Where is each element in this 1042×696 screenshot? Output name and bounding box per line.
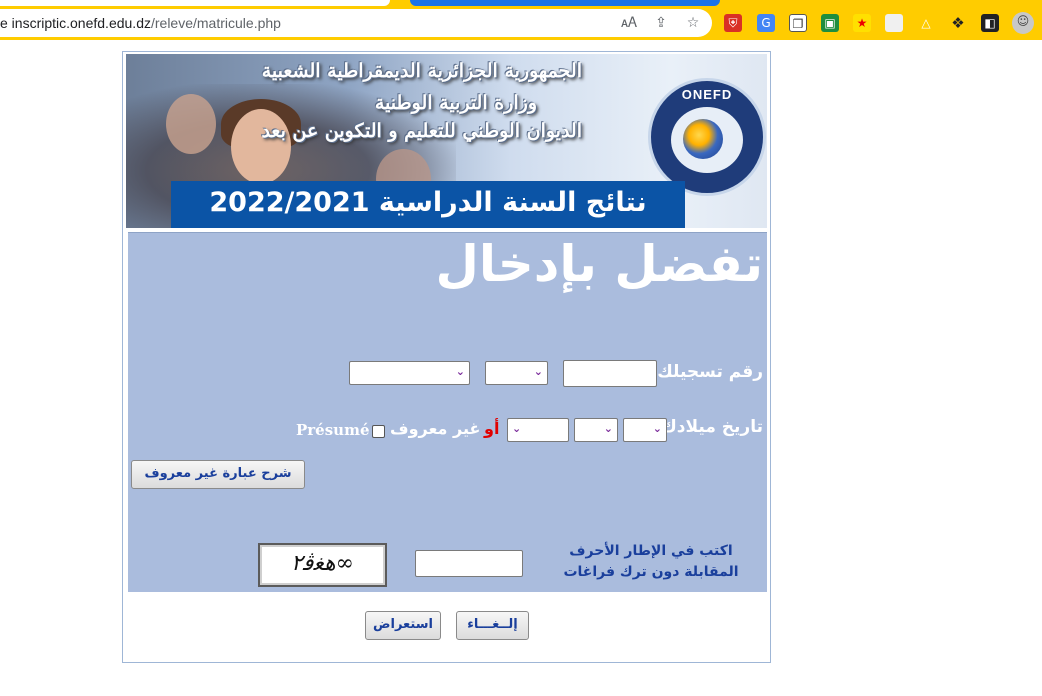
white-square-icon[interactable] xyxy=(885,14,903,32)
profile-icon[interactable]: ☺ xyxy=(1012,12,1034,34)
matricule-code-select[interactable]: ⌄ xyxy=(349,361,470,385)
presume-label: Présumé xyxy=(296,421,370,439)
url-text[interactable]: e inscriptic.onefd.edu.dz/releve/matricu… xyxy=(0,15,281,31)
extension-icon[interactable]: ▣ xyxy=(821,14,839,32)
birth-day-select[interactable]: ⌄ xyxy=(623,418,667,442)
url-path: /releve/matricule.php xyxy=(150,15,281,31)
republic-title: الجمهورية الجزائرية الديمقراطية الشعبية xyxy=(261,60,582,82)
onefd-logo: ONEFD xyxy=(648,78,766,196)
chevron-down-icon: ⌄ xyxy=(603,422,613,435)
year-title-bar: نتائج السنة الدراسية 2022/2021 xyxy=(171,181,685,228)
header-banner: الجمهورية الجزائرية الديمقراطية الشعبية … xyxy=(126,54,767,228)
url-host: e inscriptic.onefd.edu.dz xyxy=(0,15,151,31)
captcha-image: ﮬﻐﭬ٢∞ xyxy=(258,543,387,587)
matricule-year-select[interactable]: ⌄ xyxy=(485,361,548,385)
chevron-down-icon: ⌄ xyxy=(652,422,662,435)
logo-text: ONEFD xyxy=(681,87,733,102)
birthdate-label: تاريخ ميلادك xyxy=(661,417,763,437)
share-icon[interactable]: ⇪ xyxy=(652,14,670,32)
google-translate-icon[interactable]: G xyxy=(757,14,775,32)
input-panel: تفضل بإدخال رقم تسجيلك ⌄ ⌄ تاريخ ميلادك … xyxy=(128,232,767,592)
welcome-heading: تفضل بإدخال xyxy=(435,235,763,293)
show-results-button[interactable]: استعراض xyxy=(365,611,441,640)
browser-toolbar: e inscriptic.onefd.edu.dz/releve/matricu… xyxy=(0,6,1042,40)
address-bar[interactable]: e inscriptic.onefd.edu.dz/releve/matricu… xyxy=(0,9,712,37)
red-star-icon[interactable]: ★ xyxy=(853,14,871,32)
birth-month-select[interactable]: ⌄ xyxy=(574,418,618,442)
chevron-down-icon: ⌄ xyxy=(533,365,543,378)
unknown-label: غير معروف xyxy=(390,419,481,438)
chevron-down-icon: ⌄ xyxy=(512,422,522,435)
ministry-title: وزارة التربية الوطنية xyxy=(374,92,537,114)
captcha-input[interactable] xyxy=(415,550,523,577)
results-form-frame: الجمهورية الجزائرية الديمقراطية الشعبية … xyxy=(122,51,771,663)
globe-icon xyxy=(683,119,723,159)
explain-unknown-button[interactable]: شرح عبارة غير معروف xyxy=(131,460,305,489)
year-title: نتائج السنة الدراسية 2022/2021 xyxy=(209,187,647,218)
birth-year-select[interactable]: ⌄ xyxy=(507,418,569,442)
star-icon[interactable]: ☆ xyxy=(684,14,702,32)
cancel-button[interactable]: إلــغـــاء xyxy=(456,611,529,640)
onefd-title: الديوان الوطني للتعليم و التكوين عن بعد xyxy=(261,120,582,142)
matricule-label: رقم تسجيلك xyxy=(657,362,763,382)
sidepanel-icon[interactable]: ◧ xyxy=(981,14,999,32)
presume-checkbox[interactable] xyxy=(372,425,385,438)
puzzle-icon[interactable]: ❖ xyxy=(949,14,967,32)
copy-icon[interactable]: ❐ xyxy=(789,14,807,32)
triangle-icon[interactable]: △ xyxy=(917,14,935,32)
student-photo-face xyxy=(166,94,216,154)
captcha-instructions: اكتب في الإطار الأحرف المقابلة دون ترك ف… xyxy=(563,543,739,580)
matricule-number-input[interactable] xyxy=(563,360,657,387)
or-label: أو xyxy=(484,419,500,438)
captcha-text: ﮬﻐﭬ٢∞ xyxy=(291,551,354,576)
chevron-down-icon: ⌄ xyxy=(455,365,465,378)
translate-icon[interactable]: 🗚 xyxy=(620,14,638,32)
shield-icon[interactable]: ⛨ xyxy=(724,14,742,32)
